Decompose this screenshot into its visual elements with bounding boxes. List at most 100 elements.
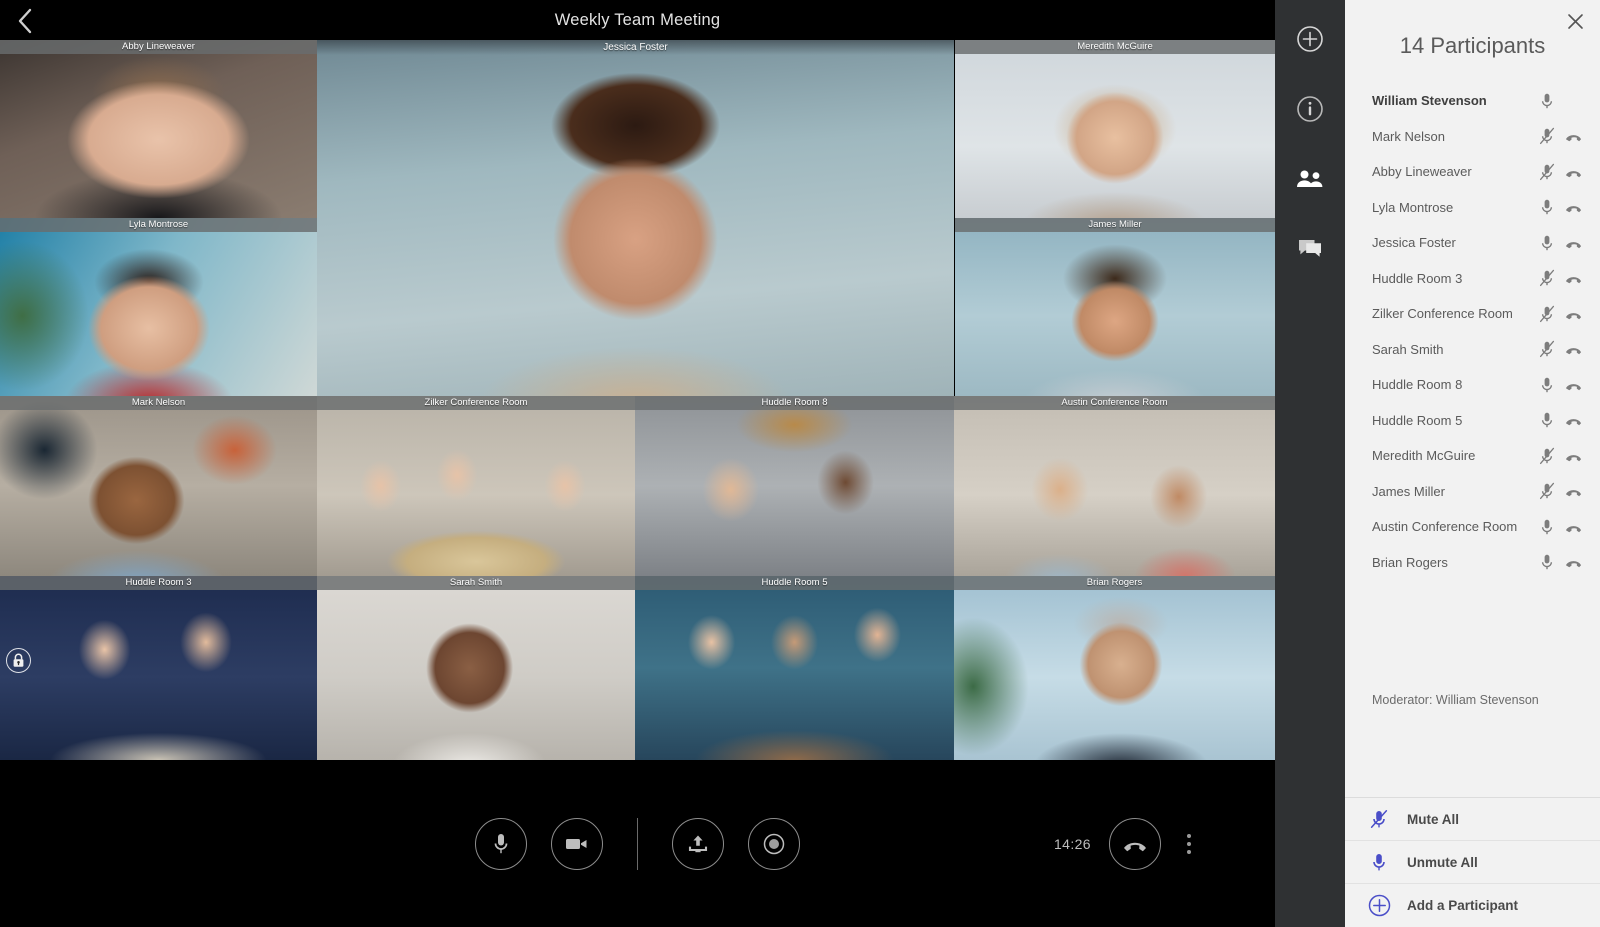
participant-mic-button[interactable] [1538, 340, 1555, 358]
participant-hangup-button[interactable] [1565, 127, 1582, 145]
participant-name: Huddle Room 3 [1372, 270, 1463, 286]
participant-row[interactable]: Brian Rogers [1345, 545, 1600, 581]
participant-hangup-button[interactable] [1565, 553, 1582, 571]
more-options-icon [1187, 833, 1191, 838]
video-tile[interactable]: Huddle Room 3 [0, 576, 317, 760]
video-tile[interactable]: Lyla Montrose [0, 218, 317, 396]
participant-name: James Miller [1372, 483, 1445, 499]
microphone-icon [1541, 555, 1552, 570]
participant-row[interactable]: Sarah Smith [1345, 332, 1600, 368]
participant-actions [1538, 127, 1582, 145]
mic-muted-icon [1539, 305, 1554, 322]
video-feed [955, 40, 1275, 218]
participant-row[interactable]: Huddle Room 5 [1345, 403, 1600, 439]
tile-name: Mark Nelson [0, 396, 317, 410]
video-tile[interactable]: Abby Lineweaver [0, 40, 317, 218]
rail-add-participant-button[interactable] [1275, 4, 1345, 74]
video-tile[interactable]: James Miller [955, 218, 1275, 396]
participant-mic-button[interactable] [1538, 376, 1555, 394]
hangup-icon [1565, 277, 1582, 284]
participant-mic-button[interactable] [1538, 163, 1555, 181]
end-call-button[interactable] [1109, 817, 1161, 870]
controls-divider [637, 817, 638, 870]
participant-row[interactable]: William Stevenson [1345, 83, 1600, 119]
tile-name: Brian Rogers [954, 576, 1275, 590]
rail-chat-button[interactable] [1275, 214, 1345, 284]
participant-mic-button[interactable] [1538, 411, 1555, 429]
participant-hangup-button[interactable] [1565, 269, 1582, 287]
participant-row[interactable]: Austin Conference Room [1345, 509, 1600, 545]
participant-hangup-button[interactable] [1565, 518, 1582, 536]
participant-hangup-button[interactable] [1565, 234, 1582, 252]
participant-actions [1538, 198, 1582, 216]
participant-row[interactable]: Abby Lineweaver [1345, 154, 1600, 190]
participant-mic-button[interactable] [1538, 305, 1555, 323]
mic-toggle-button[interactable] [475, 817, 527, 870]
microphone-icon [494, 833, 508, 853]
add-participant-button[interactable]: Add a Participant [1345, 884, 1600, 927]
video-tile[interactable]: Meredith McGuire [955, 40, 1275, 218]
meeting-title: Weekly Team Meeting [554, 10, 721, 29]
participant-hangup-button[interactable] [1565, 198, 1582, 216]
tile-name: James Miller [955, 218, 1275, 232]
participant-hangup-button[interactable] [1565, 340, 1582, 358]
video-tile[interactable]: Mark Nelson [0, 396, 317, 576]
participant-mic-button[interactable] [1538, 482, 1555, 500]
record-button[interactable] [748, 817, 800, 870]
rail-info-button[interactable] [1275, 74, 1345, 144]
call-controls-bar: 14:26 [0, 760, 1275, 927]
video-conference-app: Weekly Team Meeting Abby Lineweaver Lyla… [0, 0, 1600, 927]
participant-row[interactable]: Mark Nelson [1345, 119, 1600, 155]
hangup-icon [1565, 241, 1582, 248]
video-tile[interactable]: Austin Conference Room [954, 396, 1275, 576]
microphone-icon [1541, 93, 1552, 108]
participant-mic-button[interactable] [1538, 234, 1555, 252]
participant-name: Abby Lineweaver [1372, 164, 1472, 180]
participant-actions [1538, 234, 1582, 252]
camera-toggle-button[interactable] [551, 817, 603, 870]
participant-hangup-button[interactable] [1565, 411, 1582, 429]
video-tile[interactable]: Huddle Room 8 [635, 396, 954, 576]
participant-mic-button[interactable] [1538, 127, 1555, 145]
participant-hangup-button[interactable] [1565, 482, 1582, 500]
participant-mic-button[interactable] [1538, 553, 1555, 571]
video-tile[interactable]: Brian Rogers [954, 576, 1275, 760]
participant-actions [1538, 269, 1582, 287]
close-panel-button[interactable] [1562, 8, 1588, 34]
tile-name: Sarah Smith [317, 576, 635, 590]
tile-name: Jessica Foster [317, 40, 954, 55]
participant-mic-button[interactable] [1538, 198, 1555, 216]
video-tile[interactable]: Zilker Conference Room [317, 396, 635, 576]
more-options-button[interactable] [1179, 833, 1199, 854]
participant-row[interactable]: Huddle Room 3 [1345, 261, 1600, 297]
video-feed [0, 396, 317, 576]
active-speaker-tile[interactable]: Jessica Foster [317, 40, 954, 396]
participant-mic-button[interactable] [1538, 518, 1555, 536]
share-screen-button[interactable] [672, 817, 724, 870]
participant-hangup-button[interactable] [1565, 447, 1582, 465]
participant-row[interactable]: Zilker Conference Room [1345, 296, 1600, 332]
participant-hangup-button[interactable] [1565, 376, 1582, 394]
add-circle-icon [1367, 894, 1391, 917]
call-timer: 14:26 [1053, 835, 1091, 852]
unmute-all-button[interactable]: Unmute All [1345, 841, 1600, 884]
participant-mic-button[interactable] [1538, 269, 1555, 287]
participant-row[interactable]: Huddle Room 8 [1345, 367, 1600, 403]
back-button[interactable] [8, 6, 42, 36]
participant-actions [1538, 376, 1582, 394]
participant-hangup-button[interactable] [1565, 163, 1582, 181]
participants-panel: 14 Participants William Stevenson Mark Ne… [1345, 0, 1600, 927]
rail-participants-button[interactable] [1275, 144, 1345, 214]
participant-row[interactable]: James Miller [1345, 474, 1600, 510]
video-tile[interactable]: Huddle Room 5 [635, 576, 954, 760]
participant-row[interactable]: Lyla Montrose [1345, 190, 1600, 226]
participant-mic-button[interactable] [1538, 92, 1555, 110]
participant-row[interactable]: Meredith McGuire [1345, 438, 1600, 474]
video-tile[interactable]: Sarah Smith [317, 576, 635, 760]
mute-all-button[interactable]: Mute All [1345, 798, 1600, 841]
participant-hangup-button[interactable] [1565, 305, 1582, 323]
participant-row[interactable]: Jessica Foster [1345, 225, 1600, 261]
participant-mic-button[interactable] [1538, 447, 1555, 465]
info-icon [1297, 96, 1323, 122]
hangup-icon [1565, 419, 1582, 426]
